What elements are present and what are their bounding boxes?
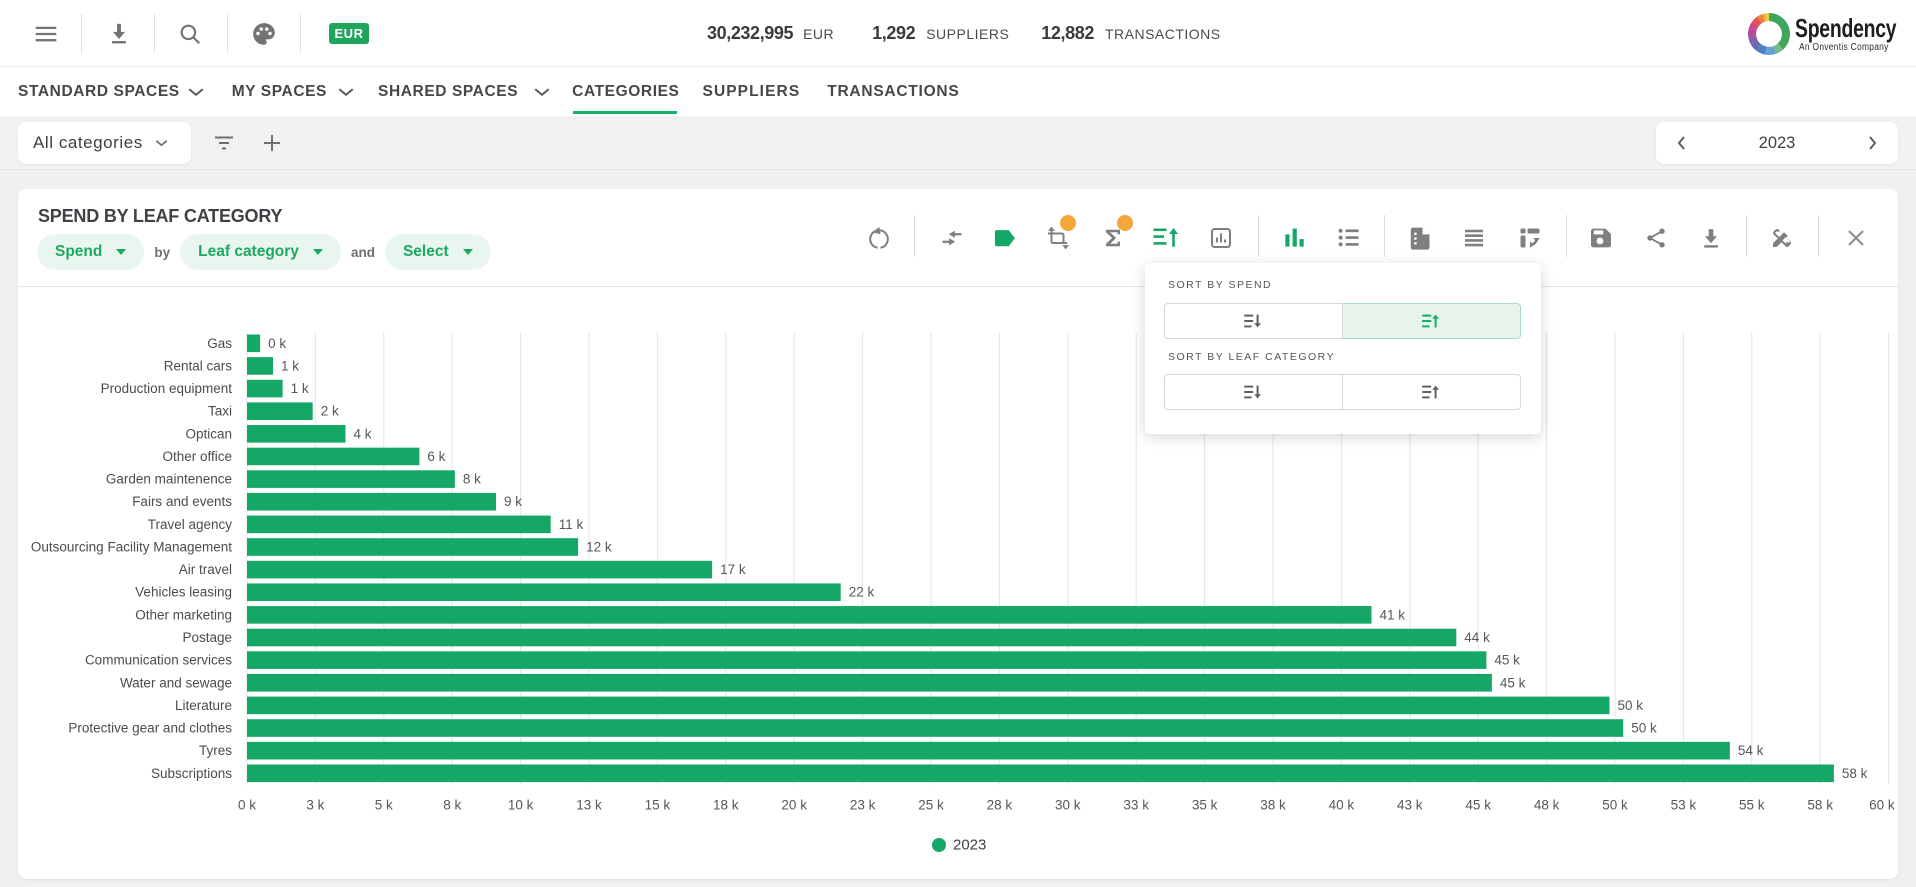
svg-text:Protective gear and clothes: Protective gear and clothes [68,721,232,736]
svg-text:Postage: Postage [182,630,232,645]
svg-text:40 k: 40 k [1329,798,1355,813]
svg-text:0 k: 0 k [268,336,286,351]
svg-text:Other marketing: Other marketing [135,607,232,622]
svg-text:10 k: 10 k [508,798,534,813]
svg-text:58 k: 58 k [1807,798,1833,813]
svg-text:0 k: 0 k [238,798,256,813]
svg-text:50 k: 50 k [1618,698,1644,713]
svg-text:41 k: 41 k [1380,607,1406,622]
svg-text:12 k: 12 k [586,540,612,555]
svg-text:5 k: 5 k [375,798,393,813]
svg-text:38 k: 38 k [1260,798,1286,813]
svg-text:Optican: Optican [185,426,232,441]
svg-text:44 k: 44 k [1464,630,1490,645]
svg-text:15 k: 15 k [645,798,671,813]
svg-text:17 k: 17 k [720,562,746,577]
svg-text:Taxi: Taxi [208,404,232,419]
svg-text:13 k: 13 k [576,798,602,813]
svg-text:33 k: 33 k [1123,798,1149,813]
svg-text:25 k: 25 k [918,798,944,813]
svg-text:8 k: 8 k [443,798,461,813]
svg-text:30 k: 30 k [1055,798,1081,813]
svg-text:Production equipment: Production equipment [101,381,233,396]
svg-text:53 k: 53 k [1671,798,1697,813]
svg-text:4 k: 4 k [354,426,372,441]
svg-text:23 k: 23 k [850,798,876,813]
svg-text:6 k: 6 k [427,449,445,464]
svg-text:55 k: 55 k [1739,798,1765,813]
svg-text:Garden maintenence: Garden maintenence [106,472,232,487]
svg-text:54 k: 54 k [1738,743,1764,758]
svg-text:Air travel: Air travel [179,562,232,577]
svg-text:Subscriptions: Subscriptions [151,766,232,781]
svg-text:22 k: 22 k [849,585,875,600]
svg-text:18 k: 18 k [713,798,739,813]
svg-text:20 k: 20 k [781,798,807,813]
svg-text:60 k: 60 k [1869,798,1895,813]
svg-text:9 k: 9 k [504,494,522,509]
svg-text:Outsourcing Facility Managemen: Outsourcing Facility Management [31,540,232,555]
svg-text:Water and sewage: Water and sewage [120,675,232,690]
svg-text:8 k: 8 k [463,472,481,487]
svg-text:Fairs and events: Fairs and events [132,494,232,509]
svg-text:50 k: 50 k [1602,798,1628,813]
svg-text:45 k: 45 k [1500,675,1526,690]
svg-text:2 k: 2 k [321,404,339,419]
svg-text:Literature: Literature [175,698,232,713]
svg-text:1 k: 1 k [281,358,299,373]
svg-text:Tyres: Tyres [199,743,232,758]
svg-text:45 k: 45 k [1494,653,1520,668]
svg-text:Rental cars: Rental cars [164,358,233,373]
svg-text:45 k: 45 k [1465,798,1491,813]
svg-text:48 k: 48 k [1534,798,1560,813]
svg-text:1 k: 1 k [291,381,309,396]
svg-text:43 k: 43 k [1397,798,1423,813]
svg-text:Other office: Other office [162,449,232,464]
svg-text:28 k: 28 k [987,798,1013,813]
svg-text:Gas: Gas [207,336,232,351]
svg-text:35 k: 35 k [1192,798,1218,813]
svg-text:2023: 2023 [953,837,986,854]
svg-text:50 k: 50 k [1631,721,1657,736]
svg-text:58 k: 58 k [1842,766,1868,781]
svg-text:3 k: 3 k [306,798,324,813]
svg-text:Communication services: Communication services [85,653,232,668]
svg-text:11 k: 11 k [559,517,584,532]
svg-text:Travel agency: Travel agency [148,517,233,532]
svg-text:Vehicles leasing: Vehicles leasing [135,585,232,600]
